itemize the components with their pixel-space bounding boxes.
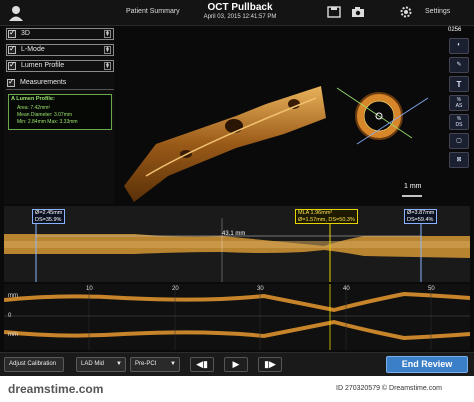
stage-select-value: Pre-PCI: [135, 361, 157, 367]
mla-label: MLA 1.96mm² Ø=1.57mm, DS=50.3%: [295, 209, 358, 224]
adjust-calibration-button[interactable]: Adjust Calibration: [4, 357, 64, 372]
profile-tick-20: 20: [172, 286, 179, 292]
measurements-row[interactable]: Measurements: [6, 77, 114, 90]
play-button[interactable]: ▶: [224, 357, 248, 372]
play-icon: ▶: [232, 359, 240, 369]
pullback-date: April 03, 2015 12:41:57 PM: [203, 14, 277, 20]
camera-icon[interactable]: [350, 5, 366, 19]
right-reference-label: Ø=3.87mm DS=59.4%: [404, 209, 438, 224]
lumen-profile-box: A Lumen Profile: Area: 7.42mm² Mean Diam…: [8, 94, 112, 130]
footer-logo: dreamstime.com: [8, 382, 104, 396]
cross-section-view[interactable]: [332, 26, 444, 204]
end-review-button[interactable]: End Review: [386, 356, 468, 373]
bottom-toolbar: Adjust Calibration LAD Mid ▼ Pre-PCI ▼ ◀…: [0, 352, 474, 376]
gear-icon[interactable]: [398, 5, 414, 19]
mode-lmode-label: L-Mode: [21, 46, 45, 53]
mode-lumen-profile-checkbox[interactable]: [8, 60, 16, 70]
top-bar: Patient Summary OCT Pullback April 03, 2…: [0, 0, 474, 26]
lumen-profile-heading: A Lumen Profile:: [11, 96, 55, 102]
mode-lumen-profile-label: Lumen Profile: [21, 62, 65, 69]
mode-lumen-profile-stepper-icon[interactable]: ▲ ▼: [104, 62, 111, 70]
longitudinal-3d-view[interactable]: [116, 26, 328, 204]
diameter-stenosis-tool[interactable]: % DS: [449, 114, 469, 130]
profile-unit-top: mm: [8, 293, 18, 299]
footer-id: ID 270320579 © Dreamstime.com: [336, 385, 442, 392]
mode-3d-stepper-icon[interactable]: ▲ ▼: [104, 30, 111, 38]
text-tool[interactable]: T: [449, 76, 469, 92]
lumen-mean-diameter: Mean Diameter: 3.07mm: [17, 112, 73, 118]
step-back-icon: ◀▮: [196, 359, 208, 369]
pullback-length: 43.1 mm: [222, 231, 246, 237]
profile-tick-50: 50: [428, 286, 435, 292]
mode-3d-label: 3D: [21, 30, 30, 37]
square-tool[interactable]: ▢: [449, 133, 469, 149]
frame-number: 0256: [448, 27, 462, 33]
profile-tick-10: 10: [86, 286, 93, 292]
percent-as-icon: % AS: [455, 97, 463, 109]
clear-tool[interactable]: ⊠: [449, 152, 469, 168]
left-reference-label: Ø=2.45mm DS=35.9%: [32, 209, 66, 224]
text-icon: T: [456, 80, 462, 89]
next-frame-button[interactable]: ▮▶: [258, 357, 282, 372]
page-title: OCT Pullback: [207, 2, 273, 13]
lumen-pullback-strip[interactable]: [4, 206, 470, 282]
watermark-footer: dreamstime.com ID 270320579 © Dreamstime…: [0, 376, 474, 402]
mode-3d-row[interactable]: 3D ▲▼: [6, 28, 114, 40]
save-icon[interactable]: [326, 5, 342, 19]
profile-tick-40: 40: [343, 286, 350, 292]
pen-icon: ✎: [456, 62, 462, 68]
vessel-dropdown-icon: ▼: [116, 361, 122, 367]
stage-select[interactable]: Pre-PCI ▼: [130, 357, 180, 372]
step-forward-icon: ▮▶: [264, 359, 276, 369]
scale-bar-label: 1 mm: [404, 183, 422, 190]
measurements-checkbox[interactable]: [7, 77, 15, 87]
mode-lumen-profile-row[interactable]: Lumen Profile ▲▼: [6, 60, 114, 72]
contrast-tool[interactable]: ◐: [449, 38, 469, 54]
mode-lmode-stepper-icon[interactable]: ▲ ▼: [104, 46, 111, 54]
mode-lmode-row[interactable]: L-Mode ▲▼: [6, 44, 114, 56]
contrast-icon: ◐: [457, 42, 461, 48]
lumen-profile-plot[interactable]: [4, 284, 470, 350]
lumen-min-max: Min: 2.84mm Max: 3.33mm: [17, 119, 78, 125]
patient-summary-link[interactable]: Patient Summary: [126, 8, 180, 15]
square-icon: ▢: [456, 138, 462, 144]
mode-3d-checkbox[interactable]: [8, 28, 16, 38]
percent-ds-icon: % DS: [455, 116, 463, 128]
stage-dropdown-icon: ▼: [170, 361, 176, 367]
measurements-label: Measurements: [20, 79, 67, 86]
settings-link[interactable]: Settings: [425, 8, 450, 15]
profile-unit-bottom: mm: [8, 332, 18, 338]
clear-icon: ⊠: [456, 157, 462, 163]
display-options-panel: 3D ▲▼ L-Mode ▲▼ Lumen Profile ▲▼ Measure…: [4, 26, 114, 204]
mode-lmode-checkbox[interactable]: [8, 44, 16, 54]
profile-tick-30: 30: [257, 286, 264, 292]
area-stenosis-tool[interactable]: % AS: [449, 95, 469, 111]
vessel-select-value: LAD Mid: [81, 361, 105, 367]
previous-frame-button[interactable]: ◀▮: [190, 357, 214, 372]
lumen-area: Area: 7.42mm²: [17, 105, 51, 111]
vessel-select[interactable]: LAD Mid ▼: [76, 357, 126, 372]
draw-tool[interactable]: ✎: [449, 57, 469, 73]
profile-unit-zero: 0: [8, 313, 12, 319]
user-icon[interactable]: [6, 3, 26, 23]
